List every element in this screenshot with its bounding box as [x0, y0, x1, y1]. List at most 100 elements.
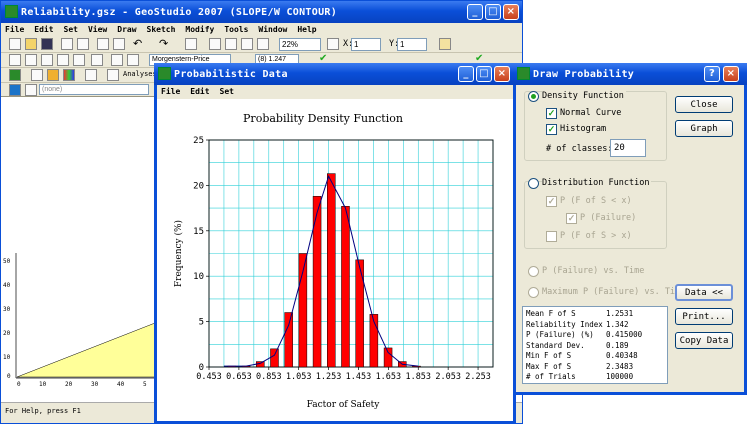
open-folder-icon[interactable] [25, 38, 37, 50]
distribution-function-label[interactable]: Distribution Function [542, 178, 652, 188]
normal-curve-checkbox[interactable]: ✓ [546, 108, 557, 119]
histogram-checkbox[interactable]: ✓ [546, 124, 557, 135]
draw-graph-icon[interactable] [31, 69, 43, 81]
density-function-radio[interactable] [528, 91, 539, 102]
menu-tools[interactable]: Tools [224, 23, 248, 36]
help-button[interactable]: ? [704, 66, 720, 82]
draw-contours-icon[interactable] [47, 69, 59, 81]
dialog-close-button[interactable]: Close [675, 96, 733, 113]
select-material-icon[interactable] [91, 54, 103, 66]
y-tick: 20 [3, 330, 11, 337]
menu-set[interactable]: Set [64, 23, 78, 36]
menu-file[interactable]: File [5, 23, 24, 36]
menu-modify[interactable]: Modify [185, 23, 214, 36]
stat-value: 0.40348 [606, 351, 638, 360]
max-pf-vs-time-radio[interactable] [528, 287, 539, 298]
menu-sketch[interactable]: Sketch [147, 23, 176, 36]
distribution-function-radio[interactable] [528, 178, 539, 189]
units-icon[interactable] [439, 38, 451, 50]
draw-app-icon [517, 67, 530, 80]
draw-close-button[interactable]: × [723, 66, 739, 82]
menu-view[interactable]: View [88, 23, 107, 36]
menu-help[interactable]: Help [297, 23, 316, 36]
pf-vs-time-radio[interactable] [528, 266, 539, 277]
undo-icon[interactable]: ↶ [133, 37, 142, 50]
main-titlebar: Reliability.gsz - GeoStudio 2007 (SLOPE/… [1, 1, 522, 23]
histogram-bar [341, 206, 350, 368]
select-regions-icon[interactable] [57, 54, 69, 66]
prob-maximize-button[interactable]: □ [476, 66, 492, 82]
new-file-icon[interactable] [9, 38, 21, 50]
maximize-button[interactable]: □ [485, 4, 501, 20]
x-scale-input[interactable]: 1 [351, 38, 381, 51]
select-points-icon[interactable] [25, 54, 37, 66]
view-results-icon[interactable] [85, 69, 97, 81]
close-button[interactable]: × [503, 4, 519, 20]
print-button[interactable]: Print... [675, 308, 733, 325]
stat-row: Standard Dev. 0.189 [526, 341, 666, 350]
y-tick: 50 [3, 258, 11, 265]
prob-close-button[interactable]: × [494, 66, 510, 82]
p-failure-checkbox[interactable]: ✓ [566, 213, 577, 224]
y-axis-label: Frequency (%) [173, 220, 184, 287]
zoom-in-icon[interactable] [209, 38, 221, 50]
select-text-icon[interactable] [73, 54, 85, 66]
print-preview-icon[interactable] [77, 38, 89, 50]
sketch-axes-icon[interactable] [127, 54, 139, 66]
x-tick-label: 0.853 [256, 372, 282, 382]
pf-less-label[interactable]: P (F of S < x) [560, 196, 632, 206]
max-pf-vs-time-label[interactable]: Maximum P (Failure) vs. Time [542, 287, 685, 297]
grid-icon[interactable] [327, 38, 339, 50]
zoom-objects-icon[interactable] [257, 38, 269, 50]
tools-icon[interactable] [107, 69, 119, 81]
p-failure-label[interactable]: P (Failure) [580, 213, 636, 223]
histogram-label[interactable]: Histogram [560, 124, 606, 134]
analyses-icon[interactable] [9, 69, 21, 81]
prob-menu-file[interactable]: File [161, 85, 180, 98]
standard-toolbar: ↶ ↷ 22% X: 1 Y: 1 [1, 36, 522, 53]
menu-draw[interactable]: Draw [117, 23, 136, 36]
menu-window[interactable]: Window [258, 23, 287, 36]
sketch-lines-icon[interactable] [111, 54, 123, 66]
prob-titlebar: Probabilistic Data _ □ × [154, 63, 516, 85]
paste-icon[interactable] [113, 38, 125, 50]
stat-label: P (Failure) (%) [526, 330, 594, 339]
redo-icon[interactable]: ↷ [159, 37, 168, 50]
copy-data-button[interactable]: Copy Data [675, 332, 733, 349]
pf-less-checkbox[interactable]: ✓ [546, 196, 557, 207]
print-icon[interactable] [61, 38, 73, 50]
slope-geometry [15, 253, 155, 379]
select-arrow-icon[interactable] [9, 54, 21, 66]
density-function-label[interactable]: Density Function [542, 91, 626, 101]
zoom-select[interactable]: 22% [279, 38, 321, 51]
copy-icon[interactable] [97, 38, 109, 50]
y-tick-label: 5 [199, 318, 204, 328]
redraw-icon[interactable] [185, 38, 197, 50]
y-tick: 30 [3, 306, 11, 313]
pf-greater-checkbox[interactable] [546, 231, 557, 242]
project-icon[interactable] [9, 84, 21, 96]
save-icon[interactable] [41, 38, 53, 50]
graph-button[interactable]: Graph [675, 120, 733, 137]
filter-icon[interactable] [25, 84, 37, 96]
main-menubar: File Edit Set View Draw Sketch Modify To… [1, 23, 522, 36]
draw-titlebar: Draw Probability ? × [513, 63, 747, 85]
pf-vs-time-label[interactable]: P (Failure) vs. Time [542, 266, 644, 276]
select-lines-icon[interactable] [41, 54, 53, 66]
zoom-out-icon[interactable] [225, 38, 237, 50]
y-scale-input[interactable]: 1 [397, 38, 427, 51]
menu-edit[interactable]: Edit [34, 23, 53, 36]
prob-menu-edit[interactable]: Edit [190, 85, 209, 98]
pf-greater-label[interactable]: P (F of S > x) [560, 231, 632, 241]
filter-select[interactable]: (none) [39, 84, 149, 95]
drawing-canvas[interactable]: 50 40 30 20 10 0 0 10 20 30 40 5 [3, 98, 155, 402]
prob-minimize-button[interactable]: _ [458, 66, 474, 82]
zoom-page-icon[interactable] [241, 38, 253, 50]
slope-region[interactable] [16, 322, 155, 378]
classes-input[interactable]: 20 [610, 139, 646, 157]
data-toggle-button[interactable]: Data << [675, 284, 733, 301]
minimize-button[interactable]: _ [467, 4, 483, 20]
color-legend-icon[interactable] [63, 69, 75, 81]
prob-menu-set[interactable]: Set [220, 85, 234, 98]
normal-curve-label[interactable]: Normal Curve [560, 108, 621, 118]
